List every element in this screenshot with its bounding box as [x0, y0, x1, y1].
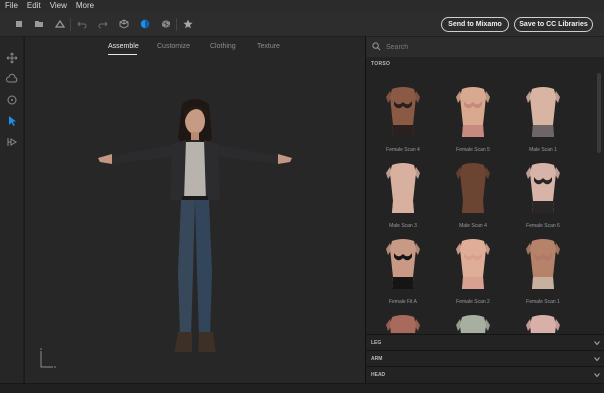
torso-thumbnail: [523, 159, 563, 219]
torso-item[interactable]: Male Scan 4: [438, 159, 508, 235]
torso-item[interactable]: Male Scan 1: [508, 83, 578, 159]
toolbar: Send to Mixamo Save to CC Libraries: [0, 12, 604, 37]
tab-clothing[interactable]: Clothing: [210, 43, 236, 50]
torso-item-label: Male Scan 1: [529, 147, 557, 153]
send-to-mixamo-button[interactable]: Send to Mixamo: [441, 17, 509, 32]
section-leg[interactable]: LEG: [366, 334, 604, 350]
asset-panel: TORSO Female Scan 4 Female Scan 5 Male S…: [365, 37, 604, 383]
save-to-cc-libraries-button[interactable]: Save to CC Libraries: [514, 17, 593, 32]
status-bar: [0, 383, 604, 393]
torso-item[interactable]: Female Scan 2: [438, 235, 508, 311]
open-icon[interactable]: [33, 18, 45, 30]
torso-item-label: Female Fit A: [388, 299, 418, 305]
cube-icon[interactable]: [118, 18, 130, 30]
new-icon[interactable]: [13, 18, 25, 30]
torso-item-label: Male Scan 4: [459, 223, 487, 229]
tab-assemble[interactable]: Assemble: [108, 43, 139, 50]
select-pointer-icon[interactable]: [6, 114, 18, 126]
torso-thumbnail: [453, 311, 493, 333]
star-icon[interactable]: [182, 18, 194, 30]
tab-customize[interactable]: Customize: [157, 43, 190, 50]
torso-item-label: Female Scan 4: [386, 147, 420, 153]
torso-thumbnail: [383, 311, 423, 333]
torso-item[interactable]: Female Scan 6: [508, 159, 578, 235]
torso-grid: Female Scan 4 Female Scan 5 Male Scan 1 …: [366, 73, 598, 333]
torso-item[interactable]: Female Scan 4: [368, 83, 438, 159]
torso-thumbnail: [523, 311, 563, 333]
chevron-down-icon: [594, 357, 600, 362]
cloud-icon[interactable]: [6, 72, 18, 84]
torso-thumbnail: [383, 159, 423, 219]
menu-view[interactable]: View: [50, 0, 67, 12]
shaded-view-icon[interactable]: [139, 18, 151, 30]
panel-scrollbar[interactable]: [597, 61, 601, 331]
menu-bar: File Edit View More: [0, 0, 604, 12]
section-arm-title: ARM: [371, 356, 383, 362]
torso-thumbnail: [523, 235, 563, 295]
viewport-tabs: Assemble Customize Clothing Texture: [25, 37, 365, 59]
section-head-title: HEAD: [371, 372, 386, 378]
torso-item[interactable]: [508, 311, 578, 333]
section-torso-title: TORSO: [371, 61, 391, 67]
menu-edit[interactable]: Edit: [27, 0, 41, 12]
axis-gizmo-icon: [40, 348, 56, 368]
tab-texture[interactable]: Texture: [257, 43, 280, 50]
torso-item-label: Male Scan 3: [389, 223, 417, 229]
torso-item[interactable]: Female Scan 1: [508, 235, 578, 311]
undo-icon[interactable]: [76, 18, 88, 30]
section-arm[interactable]: ARM: [366, 350, 604, 366]
search-input[interactable]: [386, 41, 586, 53]
search-icon: [372, 42, 381, 51]
torso-thumbnail: [383, 83, 423, 143]
torso-thumbnail: [453, 83, 493, 143]
chevron-down-icon: [594, 341, 600, 346]
torso-thumbnail: [453, 159, 493, 219]
torso-item[interactable]: Female Fit A: [368, 235, 438, 311]
character-model[interactable]: [60, 92, 330, 352]
torso-item-label: Female Scan 6: [526, 223, 560, 229]
torso-item[interactable]: [368, 311, 438, 333]
wireframe-icon[interactable]: [160, 18, 172, 30]
active-tab-indicator: [108, 54, 137, 55]
torso-item-label: Female Scan 5: [456, 147, 490, 153]
torso-thumbnail: [383, 235, 423, 295]
chevron-down-icon: [594, 373, 600, 378]
left-toolbar: [0, 37, 24, 383]
torso-item-label: Female Scan 2: [456, 299, 490, 305]
section-head[interactable]: HEAD: [366, 366, 604, 382]
share-icon[interactable]: [54, 18, 66, 30]
section-leg-title: LEG: [371, 340, 382, 346]
animate-icon[interactable]: [6, 135, 18, 147]
menu-file[interactable]: File: [5, 0, 18, 12]
torso-item[interactable]: Female Scan 5: [438, 83, 508, 159]
torso-thumbnail: [523, 83, 563, 143]
rotate-icon[interactable]: [6, 93, 18, 105]
torso-item[interactable]: [438, 311, 508, 333]
move-icon[interactable]: [6, 51, 18, 64]
torso-item[interactable]: Male Scan 3: [368, 159, 438, 235]
redo-icon[interactable]: [97, 18, 109, 30]
torso-thumbnail: [453, 235, 493, 295]
torso-item-label: Female Scan 1: [526, 299, 560, 305]
menu-more[interactable]: More: [76, 0, 94, 12]
3d-viewport[interactable]: Assemble Customize Clothing Texture: [25, 37, 365, 383]
search-bar: [366, 37, 604, 57]
